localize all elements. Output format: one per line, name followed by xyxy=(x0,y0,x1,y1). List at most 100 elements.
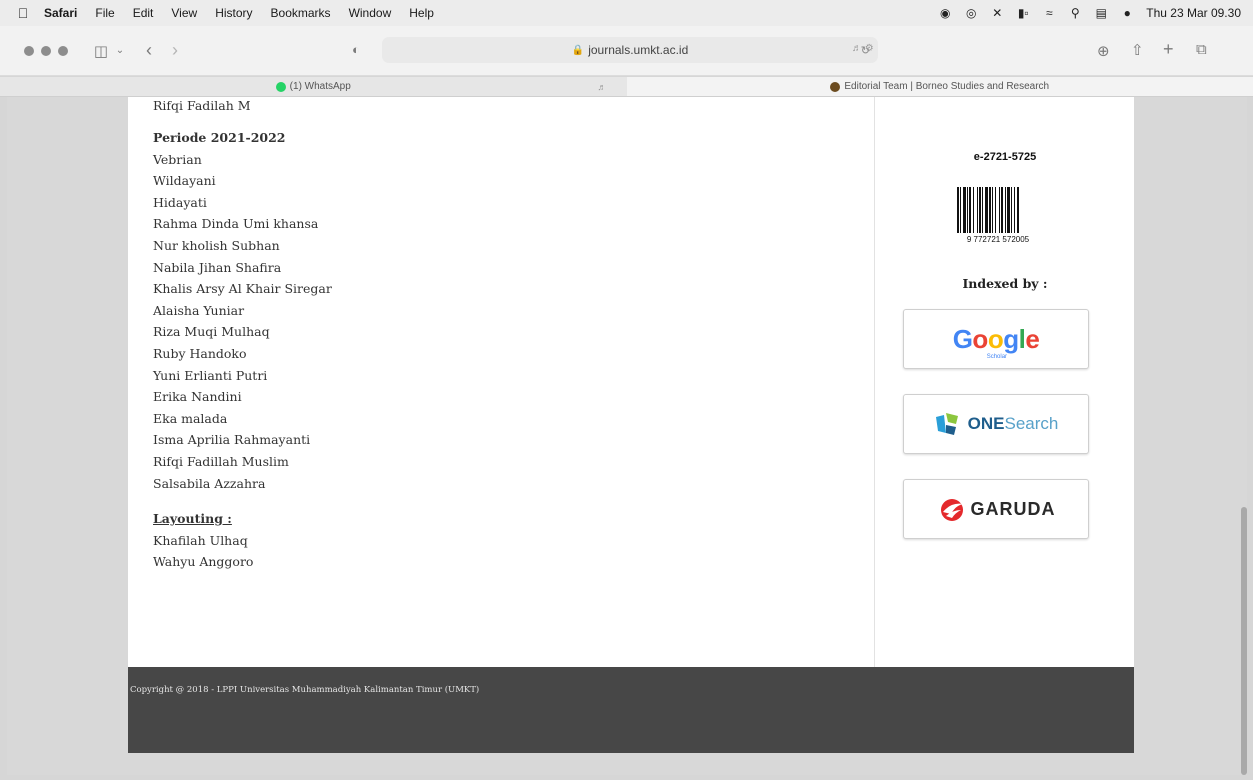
close-window-button[interactable] xyxy=(24,45,34,56)
speaker-icon[interactable]: ♬ xyxy=(598,82,607,92)
member-name: Rifqi Fadillah Muslim xyxy=(153,453,289,469)
battery-icon[interactable]: ▮▫ xyxy=(1010,6,1036,20)
barcode-number: 9 772721 572005 xyxy=(967,235,1030,244)
editorial-team-list: Rifqi Fadilah M Periode 2021-2022 Vebria… xyxy=(153,97,332,573)
issn-label: e-2721-5725 xyxy=(973,151,1037,163)
sidebar: e-2721-5725 9 772721 572005 Indexed by :… xyxy=(874,97,1134,667)
tab-overview-icon[interactable]: ⧉ xyxy=(1196,41,1207,58)
garuda-link[interactable]: GARUDA xyxy=(903,479,1089,539)
back-button[interactable]: ‹ xyxy=(139,40,159,61)
member-name: Riza Muqi Mulhaq xyxy=(153,324,270,340)
barcode-bar xyxy=(995,187,996,233)
copyright-text: Copyright @ 2018 - LPPI Universitas Muha… xyxy=(130,685,480,695)
control-center-icon[interactable]: ▤ xyxy=(1088,6,1114,20)
tab-editorial-team[interactable]: Editorial Team | Borneo Studies and Rese… xyxy=(626,77,1253,96)
barcode-bar xyxy=(1007,187,1010,233)
menu-view[interactable]: View xyxy=(171,6,197,20)
barcode-bar xyxy=(960,187,961,233)
member-name: Khalis Arsy Al Khair Siregar xyxy=(153,281,332,297)
barcode-bar xyxy=(1001,187,1003,233)
barcode-bar xyxy=(969,187,971,233)
menubar-clock[interactable]: Thu 23 Mar 09.30 xyxy=(1146,6,1241,20)
member-name: Wildayani xyxy=(153,173,216,189)
barcode-bar xyxy=(982,187,983,233)
share-icon[interactable]: ⇧ xyxy=(1131,41,1144,59)
onesearch-logo-text: ONESearch xyxy=(967,414,1059,433)
member-name: Hidayati xyxy=(153,194,207,210)
member-name: Rahma Dinda Umi khansa xyxy=(153,216,319,232)
barcode-bar xyxy=(1005,187,1006,233)
barcode-bar xyxy=(999,187,1000,233)
tab-whatsapp[interactable]: (1) WhatsApp ♬ xyxy=(0,77,627,96)
page-scrollbar[interactable] xyxy=(1241,507,1247,775)
member-name: Erika Nandini xyxy=(153,389,242,405)
tab-label: (1) WhatsApp xyxy=(289,81,351,92)
privacy-shield-icon[interactable]: ◐ xyxy=(352,42,360,57)
bluetooth-icon[interactable]: ✕ xyxy=(984,6,1010,20)
menu-bookmarks[interactable]: Bookmarks xyxy=(271,6,331,20)
google-scholar-link[interactable]: Google Scholar xyxy=(903,309,1089,369)
apple-icon[interactable]:  xyxy=(14,5,32,21)
page-footer: Copyright @ 2018 - LPPI Universitas Muha… xyxy=(128,667,1134,753)
member-name: Nur kholish Subhan xyxy=(153,237,280,253)
siri-icon[interactable]: ● xyxy=(1114,6,1140,20)
layouting-members: Khafilah Ulhaq Wahyu Anggoro xyxy=(153,530,332,573)
creative-cloud-icon[interactable]: ◉ xyxy=(932,6,958,20)
sidebar-toggle-icon[interactable]: ◫ xyxy=(89,42,113,60)
google-scholar-logo: Google Scholar xyxy=(952,323,1040,360)
garuda-bird-icon xyxy=(940,499,963,521)
barcode-bar xyxy=(985,187,988,233)
play-circle-icon[interactable]: ◎ xyxy=(958,6,984,20)
scholar-sub-label: Scholar xyxy=(986,353,1008,360)
indexed-by-heading: Indexed by : xyxy=(962,276,1048,291)
chevron-down-icon[interactable]: ⌄ xyxy=(113,45,127,56)
forward-button[interactable]: › xyxy=(165,40,185,61)
member-name: Vebrian xyxy=(153,151,202,167)
main-content: Rifqi Fadilah M Periode 2021-2022 Vebria… xyxy=(128,97,874,667)
site-favicon-icon xyxy=(830,81,841,92)
whatsapp-icon xyxy=(275,81,286,92)
menu-window[interactable]: Window xyxy=(349,6,392,20)
lock-icon: 🔒 xyxy=(571,44,585,56)
menu-edit[interactable]: Edit xyxy=(133,6,154,20)
wifi-icon[interactable]: ≈ xyxy=(1036,6,1062,20)
tab-label: Editorial Team | Borneo Studies and Rese… xyxy=(844,81,1050,92)
barcode-bar xyxy=(973,187,974,233)
member-name: Nabila Jihan Shafira xyxy=(153,259,282,275)
barcode-bar xyxy=(963,187,966,233)
barcode-bar xyxy=(1011,187,1012,233)
member-name: Ruby Handoko xyxy=(153,345,247,361)
onesearch-link[interactable]: ONESearch xyxy=(903,394,1089,454)
web-viewport: Rifqi Fadilah M Periode 2021-2022 Vebria… xyxy=(7,97,1247,775)
zoom-window-button[interactable] xyxy=(58,45,68,56)
member-name: Yuni Erlianti Putri xyxy=(153,367,268,383)
barcode-image: 9 772721 572005 xyxy=(957,187,1030,244)
menu-help[interactable]: Help xyxy=(409,6,434,20)
barcode-bar xyxy=(957,187,959,233)
period-heading: Periode 2021-2022 xyxy=(153,130,286,145)
tab-bar: (1) WhatsApp ♬ Editorial Team | Borneo S… xyxy=(0,77,1253,97)
spotlight-search-icon[interactable]: ⚲ xyxy=(1062,6,1088,20)
new-tab-icon[interactable]: + xyxy=(1163,39,1174,60)
audio-translate-icons[interactable]: ♬ ⚙ xyxy=(852,43,874,54)
menu-history[interactable]: History xyxy=(215,6,252,20)
member-name: Salsabila Azzahra xyxy=(153,475,266,491)
member-name: Wahyu Anggoro xyxy=(153,554,254,570)
address-url[interactable]: journals.umkt.ac.id xyxy=(588,43,688,57)
status-icons: ◉ ◎ ✕ ▮▫ ≈ ⚲ ▤ ● Thu 23 Mar 09.30 xyxy=(932,6,1241,20)
barcode-bar xyxy=(992,187,993,233)
member-name: Rifqi Fadilah M xyxy=(153,98,251,113)
barcode-bar xyxy=(977,187,978,233)
menu-file[interactable]: File xyxy=(95,6,114,20)
menu-safari[interactable]: Safari xyxy=(44,6,77,20)
safari-toolbar: ◫ ⌄ ‹ › ◐ 🔒 journals.umkt.ac.id ↻ ♬ ⚙ ⊕ … xyxy=(0,26,1253,76)
address-bar[interactable]: 🔒 journals.umkt.ac.id ↻ xyxy=(382,37,878,63)
barcode-bar xyxy=(979,187,981,233)
downloads-icon[interactable]: ⊕ xyxy=(1097,42,1110,60)
menubar:  Safari File Edit View History Bookmark… xyxy=(0,0,1253,26)
window-controls xyxy=(24,45,75,56)
minimize-window-button[interactable] xyxy=(41,45,51,56)
layouting-heading: Layouting : xyxy=(153,511,232,527)
